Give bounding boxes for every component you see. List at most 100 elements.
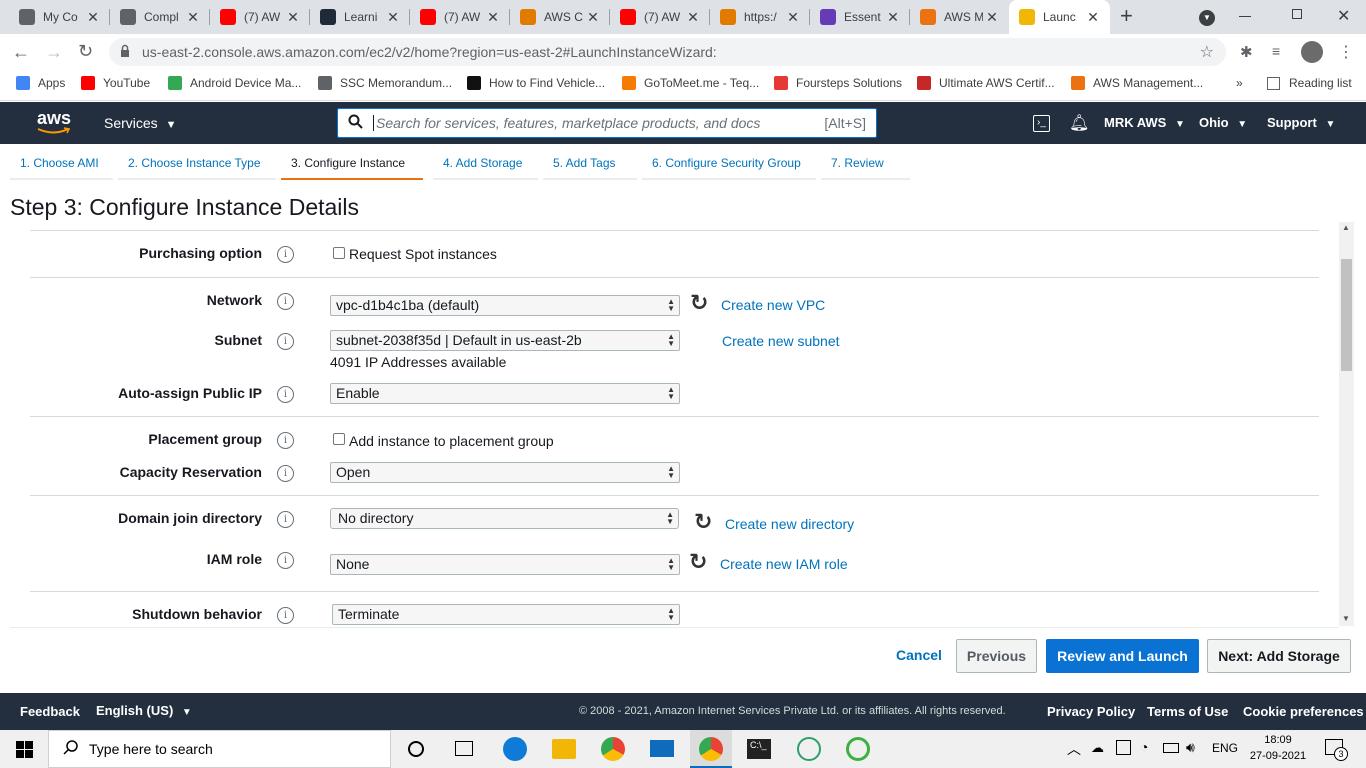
review-and-launch-button[interactable]: Review and Launch	[1046, 639, 1199, 673]
bookmark-item[interactable]: Apps	[16, 76, 65, 90]
bookmark-item[interactable]: How to Find Vehicle...	[467, 76, 605, 90]
info-icon[interactable]: i	[277, 607, 294, 624]
atom-icon[interactable]	[797, 737, 821, 761]
cloudshell-icon[interactable]: ›_	[1033, 115, 1050, 132]
feedback-link[interactable]: Feedback	[20, 704, 80, 719]
reading-list[interactable]: Reading list	[1267, 76, 1352, 90]
wizard-step-tab[interactable]: 6. Configure Security Group	[642, 148, 816, 180]
info-icon[interactable]: i	[277, 293, 294, 310]
create-vpc-link[interactable]: Create new VPC	[721, 297, 825, 313]
shutdown-behavior-select[interactable]: Terminate ▲ ▼	[332, 604, 680, 625]
close-window-icon[interactable]: ✕	[1337, 6, 1350, 26]
scroll-down-icon[interactable]: ▼	[1342, 614, 1350, 623]
auto-assign-ip-select[interactable]: Enable ▲ ▼	[330, 383, 680, 404]
restore-icon[interactable]	[1292, 9, 1302, 19]
info-icon[interactable]: i	[277, 465, 294, 482]
bookmark-item[interactable]: Ultimate AWS Certif...	[917, 76, 1055, 90]
close-tab-icon[interactable]: ✕	[684, 9, 702, 26]
media-icon[interactable]: ≡	[1272, 43, 1280, 59]
subnet-select[interactable]: subnet-2038f35d | Default in us-east-2b ▲…	[330, 330, 680, 351]
cortana-icon[interactable]	[408, 741, 424, 757]
wizard-step-tab[interactable]: 2. Choose Instance Type	[118, 148, 276, 180]
scrollbar-thumb[interactable]	[1341, 259, 1352, 371]
wizard-step-tab[interactable]: 3. Configure Instance	[281, 148, 423, 180]
aws-logo[interactable]: aws	[37, 109, 71, 134]
taskbar-search-box[interactable]: Type here to search	[48, 730, 391, 768]
browser-tab[interactable]: AWS M ✕	[910, 0, 1009, 34]
task-view-icon[interactable]	[455, 741, 473, 756]
spot-instances-checkbox[interactable]	[333, 247, 345, 259]
bookmark-star-icon[interactable]: ☆	[1200, 42, 1214, 62]
file-explorer-icon[interactable]	[552, 739, 576, 759]
minimize-icon[interactable]	[1239, 16, 1251, 17]
reload-icon[interactable]: ↻	[78, 41, 93, 62]
close-tab-icon[interactable]: ✕	[484, 9, 502, 26]
info-icon[interactable]: i	[277, 386, 294, 403]
bookmarks-more[interactable]: »	[1236, 76, 1243, 90]
browser-tab[interactable]: (7) AW ✕	[210, 0, 310, 34]
create-iam-role-link[interactable]: Create new IAM role	[720, 556, 848, 572]
edge-icon[interactable]	[503, 737, 527, 761]
tray-chevron-icon[interactable]: ︿	[1067, 739, 1081, 759]
capacity-reservation-select[interactable]: Open ▲ ▼	[330, 462, 680, 483]
network-select[interactable]: vpc-d1b4c1ba (default) ▲ ▼	[330, 295, 680, 316]
close-tab-icon[interactable]: ✕	[384, 9, 402, 26]
browser-tab[interactable]: https:/ ✕	[710, 0, 810, 34]
close-tab-icon[interactable]: ✕	[184, 9, 202, 26]
close-tab-icon[interactable]: ✕	[84, 9, 102, 26]
alert-icon[interactable]	[1116, 740, 1131, 755]
wifi-icon[interactable]: ◔	[1140, 739, 1148, 755]
terminal-icon[interactable]: C:\_	[747, 739, 771, 759]
mail-icon[interactable]	[650, 740, 674, 757]
chrome-icon[interactable]	[601, 737, 625, 761]
forward-icon[interactable]: →	[45, 42, 63, 63]
volume-icon[interactable]: 🔊︎	[1186, 739, 1195, 756]
new-tab-icon[interactable]: +	[1120, 5, 1133, 27]
close-tab-icon[interactable]: ✕	[784, 9, 802, 26]
browser-tab[interactable]: Learni ✕	[310, 0, 410, 34]
browser-tab[interactable]: AWS C ✕	[510, 0, 610, 34]
aws-search-input[interactable]: Search for services, features, marketpla…	[337, 108, 877, 138]
create-subnet-link[interactable]: Create new subnet	[722, 333, 840, 349]
extensions-icon[interactable]: ✱	[1240, 43, 1253, 61]
refresh-icon[interactable]: ↻	[690, 292, 708, 314]
services-menu[interactable]: Services ▼	[104, 115, 176, 131]
cancel-button[interactable]: Cancel	[896, 647, 942, 663]
bookmark-item[interactable]: AWS Management...	[1071, 76, 1203, 90]
close-tab-icon[interactable]: ✕	[983, 9, 1001, 26]
previous-button[interactable]: Previous	[956, 639, 1037, 673]
wizard-step-tab[interactable]: 5. Add Tags	[543, 148, 637, 180]
terms-of-use-link[interactable]: Terms of Use	[1147, 704, 1228, 719]
bookmark-item[interactable]: Foursteps Solutions	[774, 76, 902, 90]
bell-icon[interactable]: 🔔︎	[1069, 113, 1089, 133]
domain-join-select[interactable]: No directory ▲ ▼	[330, 508, 679, 529]
info-icon[interactable]: i	[277, 432, 294, 449]
url-input[interactable]: us-east-2.console.aws.amazon.com/ec2/v2/…	[109, 38, 1226, 66]
form-scrollbar[interactable]: ▲ ▼	[1339, 222, 1354, 626]
battery-icon[interactable]	[1163, 743, 1179, 753]
language-menu[interactable]: English (US) ▼	[96, 703, 192, 718]
language-indicator[interactable]: ENG	[1212, 741, 1238, 755]
close-tab-icon[interactable]: ✕	[884, 9, 902, 26]
close-tab-icon[interactable]: ✕	[284, 9, 302, 26]
back-icon[interactable]: ←	[12, 42, 30, 63]
info-icon[interactable]: i	[277, 552, 294, 569]
app-loader-icon[interactable]	[846, 737, 870, 761]
browser-menu-icon[interactable]: ⋮	[1338, 42, 1354, 62]
info-icon[interactable]: i	[277, 246, 294, 263]
profile-avatar[interactable]	[1301, 41, 1323, 63]
chrome-active-icon[interactable]	[690, 730, 732, 768]
refresh-icon[interactable]: ↻	[689, 551, 707, 573]
browser-tab[interactable]: (7) AW ✕	[610, 0, 710, 34]
close-tab-icon[interactable]: ✕	[1084, 9, 1102, 26]
browser-tab[interactable]: (7) AW ✕	[410, 0, 510, 34]
privacy-policy-link[interactable]: Privacy Policy	[1047, 704, 1135, 719]
bookmark-item[interactable]: GoToMeet.me - Teq...	[622, 76, 759, 90]
next-add-storage-button[interactable]: Next: Add Storage	[1207, 639, 1351, 673]
close-tab-icon[interactable]: ✕	[584, 9, 602, 26]
account-menu[interactable]: MRK AWS ▼	[1104, 115, 1185, 130]
refresh-icon[interactable]: ↻	[694, 511, 712, 533]
support-menu[interactable]: Support ▼	[1267, 115, 1335, 130]
region-menu[interactable]: Ohio ▼	[1199, 115, 1247, 130]
bookmark-item[interactable]: SSC Memorandum...	[318, 76, 452, 90]
